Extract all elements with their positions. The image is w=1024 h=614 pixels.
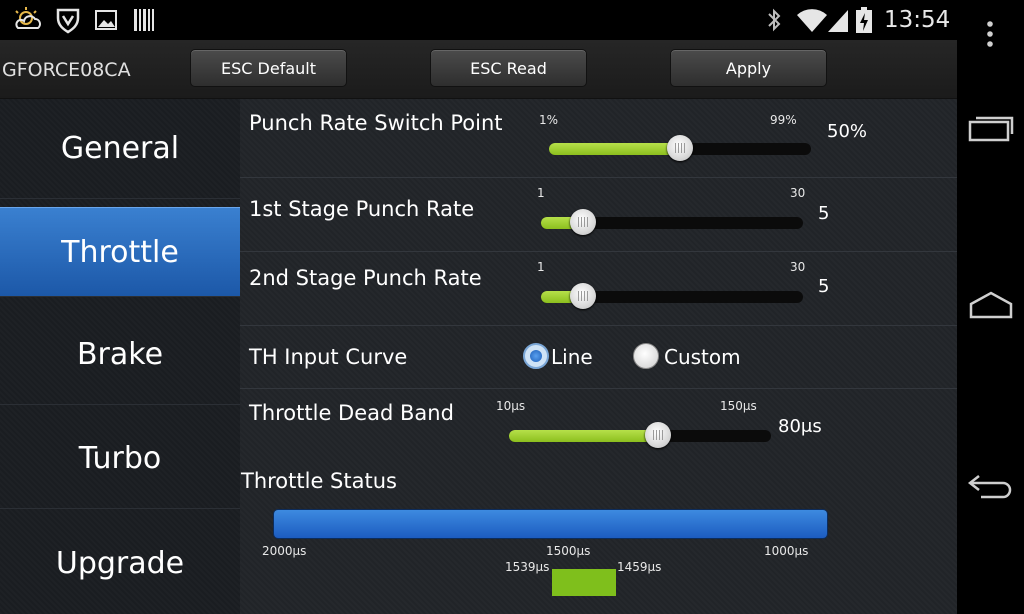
stage2-min: 1 xyxy=(537,260,545,274)
punch-switch-thumb[interactable] xyxy=(667,135,693,161)
back-icon[interactable] xyxy=(967,470,1015,500)
punch-switch-value: 50% xyxy=(827,121,868,142)
line-radio-label[interactable]: Line xyxy=(551,345,593,369)
throttle-position-indicator xyxy=(552,569,616,596)
dead-band-fill xyxy=(509,430,658,442)
dead-band-value: 80μs xyxy=(778,416,822,437)
status-right-label: 1000μs xyxy=(764,544,809,558)
stage2-thumb[interactable] xyxy=(570,283,596,309)
stage1-thumb[interactable] xyxy=(570,209,596,235)
bluetooth-icon xyxy=(768,8,781,32)
app-title: GFORCE08CA xyxy=(2,59,131,81)
shield-icon xyxy=(56,8,80,34)
stage1-min: 1 xyxy=(537,186,545,200)
status-bar: 13:54 xyxy=(0,0,957,40)
sidebar-item-upgrade[interactable]: Upgrade xyxy=(0,513,240,613)
stage2-max: 30 xyxy=(790,260,806,274)
barcode-icon xyxy=(134,9,154,31)
input-curve-label: TH Input Curve xyxy=(249,345,408,369)
status-indicator-left-label: 1539μs xyxy=(505,560,550,574)
sidebar-item-turbo[interactable]: Turbo xyxy=(0,409,240,509)
signal-icon xyxy=(828,10,848,32)
stage2-label: 2nd Stage Punch Rate xyxy=(249,266,482,290)
throttle-settings-panel: Punch Rate Switch Point 1% 99% 50% 1st S… xyxy=(240,99,957,614)
dead-band-min: 10μs xyxy=(496,399,526,413)
row-divider xyxy=(240,177,957,178)
row-divider xyxy=(240,325,957,326)
esc-read-button[interactable]: ESC Read xyxy=(430,49,587,87)
battery-icon xyxy=(856,7,872,33)
custom-radio-label[interactable]: Custom xyxy=(664,345,741,369)
status-indicator-right-label: 1459μs xyxy=(617,560,662,574)
status-time: 13:54 xyxy=(884,7,951,33)
sidebar-item-general[interactable]: General xyxy=(0,99,240,199)
wifi-icon xyxy=(797,9,827,32)
punch-switch-fill xyxy=(549,143,680,155)
weather-icon xyxy=(15,7,41,29)
line-radio[interactable] xyxy=(523,343,549,369)
system-nav-bar xyxy=(957,0,1024,614)
row-divider xyxy=(240,251,957,252)
dead-band-label: Throttle Dead Band xyxy=(249,401,454,425)
sidebar: General Throttle Brake Turbo Upgrade xyxy=(0,99,240,614)
stage2-value: 5 xyxy=(818,276,830,297)
overflow-menu-icon[interactable] xyxy=(985,20,995,48)
punch-switch-label: Punch Rate Switch Point xyxy=(249,111,503,135)
home-icon[interactable] xyxy=(968,290,1014,320)
stage1-max: 30 xyxy=(790,186,806,200)
dead-band-slider[interactable] xyxy=(509,422,771,448)
sidebar-item-throttle[interactable]: Throttle xyxy=(0,207,240,297)
stage2-slider[interactable] xyxy=(541,283,803,309)
dead-band-thumb[interactable] xyxy=(645,422,671,448)
row-divider xyxy=(240,388,957,389)
status-center-label: 1500μs xyxy=(546,544,591,558)
throttle-status-bar xyxy=(274,510,827,538)
sidebar-item-brake[interactable]: Brake xyxy=(0,305,240,405)
stage1-value: 5 xyxy=(818,203,830,224)
action-bar: GFORCE08CA ESC Default ESC Read Apply xyxy=(0,40,957,99)
apply-button[interactable]: Apply xyxy=(670,49,827,87)
punch-switch-max: 99% xyxy=(770,113,797,127)
stage1-label: 1st Stage Punch Rate xyxy=(249,197,475,221)
punch-switch-min: 1% xyxy=(539,113,559,127)
punch-switch-slider[interactable] xyxy=(549,135,811,161)
recent-apps-icon[interactable] xyxy=(968,112,1014,142)
stage1-slider[interactable] xyxy=(541,209,803,235)
throttle-status-label: Throttle Status xyxy=(241,469,397,493)
image-icon xyxy=(95,10,117,30)
status-left-label: 2000μs xyxy=(262,544,307,558)
dead-band-max: 150μs xyxy=(720,399,757,413)
esc-default-button[interactable]: ESC Default xyxy=(190,49,347,87)
custom-radio[interactable] xyxy=(633,343,659,369)
